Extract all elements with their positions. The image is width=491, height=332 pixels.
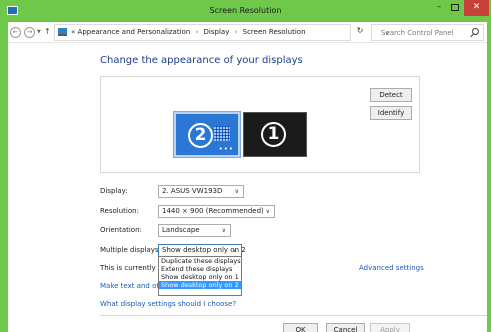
dropdown-option[interactable]: Duplicate these displays bbox=[159, 257, 241, 265]
address-bar: ← → ▼ ↑ « Appearance and Personalization… bbox=[8, 22, 487, 43]
monitor-number: 1 bbox=[261, 122, 286, 147]
multiple-displays-dropdown: Duplicate these displays Extend these di… bbox=[158, 256, 242, 296]
identify-button[interactable]: Identify bbox=[370, 106, 412, 120]
window-title: Screen Resolution bbox=[209, 6, 282, 15]
keyboard-icon bbox=[214, 126, 230, 141]
breadcrumb-overflow[interactable]: « bbox=[71, 28, 75, 36]
up-arrow-button[interactable]: ↑ bbox=[44, 27, 51, 36]
breadcrumb[interactable]: « Appearance and Personalization › Displ… bbox=[54, 24, 389, 41]
chevron-down-icon: ∨ bbox=[265, 208, 270, 215]
orientation-label: Orientation: bbox=[100, 226, 142, 234]
display-settings-help-link[interactable]: What display settings should I choose? bbox=[100, 300, 236, 308]
back-button[interactable]: ← bbox=[10, 27, 21, 38]
search-box[interactable] bbox=[371, 24, 484, 41]
dropdown-option[interactable]: Extend these displays bbox=[159, 265, 241, 273]
maximize-button[interactable] bbox=[448, 0, 462, 16]
chevron-down-icon: ∨ bbox=[232, 247, 237, 254]
close-button[interactable]: ✕ bbox=[464, 0, 489, 16]
maximize-icon bbox=[451, 4, 459, 11]
display-icon bbox=[58, 28, 67, 36]
recent-locations-chevron-icon[interactable]: ▼ bbox=[37, 29, 41, 35]
chevron-down-icon: ∨ bbox=[221, 227, 226, 234]
dropdown-option[interactable]: Show desktop only on 1 bbox=[159, 273, 241, 281]
chevron-right-icon[interactable]: › bbox=[235, 28, 238, 36]
forward-button[interactable]: → bbox=[24, 27, 35, 38]
orientation-select[interactable]: Landscape ∨ bbox=[158, 224, 231, 237]
resolution-select[interactable]: 1440 × 900 (Recommended) ∨ bbox=[158, 205, 275, 218]
monitor-2-tile[interactable]: 2 ••• bbox=[173, 111, 241, 158]
search-input[interactable] bbox=[372, 25, 464, 40]
page-title: Change the appearance of your displays bbox=[100, 55, 303, 66]
cancel-button[interactable]: Cancel bbox=[326, 323, 365, 332]
minimize-button[interactable]: – bbox=[432, 0, 446, 16]
title-bar: Screen Resolution – ✕ bbox=[0, 0, 491, 22]
ok-button[interactable]: OK bbox=[283, 323, 318, 332]
orientation-value: Landscape bbox=[162, 226, 200, 234]
monitor-arrangement-panel: 2 ••• 1 Detect Identify bbox=[100, 76, 420, 173]
breadcrumb-item-display[interactable]: Display bbox=[204, 28, 230, 36]
search-icon[interactable] bbox=[472, 28, 479, 35]
left-window-border bbox=[0, 22, 8, 332]
display-label: Display: bbox=[100, 187, 128, 195]
monitor-number: 2 bbox=[188, 123, 213, 148]
monitor-1-tile[interactable]: 1 bbox=[243, 112, 307, 157]
resolution-label: Resolution: bbox=[100, 207, 139, 215]
divider bbox=[100, 315, 487, 316]
detect-button[interactable]: Detect bbox=[370, 88, 412, 102]
multiple-displays-label: Multiple displays: bbox=[100, 246, 161, 254]
more-dots-icon: ••• bbox=[218, 145, 234, 153]
main-content: Change the appearance of your displays 2… bbox=[8, 43, 487, 332]
advanced-settings-link[interactable]: Advanced settings bbox=[359, 264, 424, 272]
breadcrumb-item-appearance[interactable]: Appearance and Personalization bbox=[78, 28, 191, 36]
display-value: 2. ASUS VW193D bbox=[162, 187, 223, 195]
dropdown-option[interactable]: Show desktop only on 2 bbox=[159, 281, 241, 289]
breadcrumb-item-screen-resolution[interactable]: Screen Resolution bbox=[243, 28, 306, 36]
apply-button[interactable]: Apply bbox=[370, 323, 410, 332]
refresh-icon[interactable]: ↻ bbox=[353, 26, 367, 39]
text-size-link[interactable]: Make text and other items larger or smal… bbox=[100, 282, 158, 290]
chevron-down-icon: ∨ bbox=[234, 188, 239, 195]
resolution-value: 1440 × 900 (Recommended) bbox=[162, 207, 264, 215]
chevron-right-icon[interactable]: › bbox=[196, 28, 199, 36]
display-select[interactable]: 2. ASUS VW193D ∨ bbox=[158, 185, 244, 198]
breadcrumb-path: « Appearance and Personalization › Displ… bbox=[71, 28, 306, 36]
right-window-border bbox=[487, 22, 491, 332]
main-display-note: This is currently your main display. bbox=[100, 264, 158, 272]
